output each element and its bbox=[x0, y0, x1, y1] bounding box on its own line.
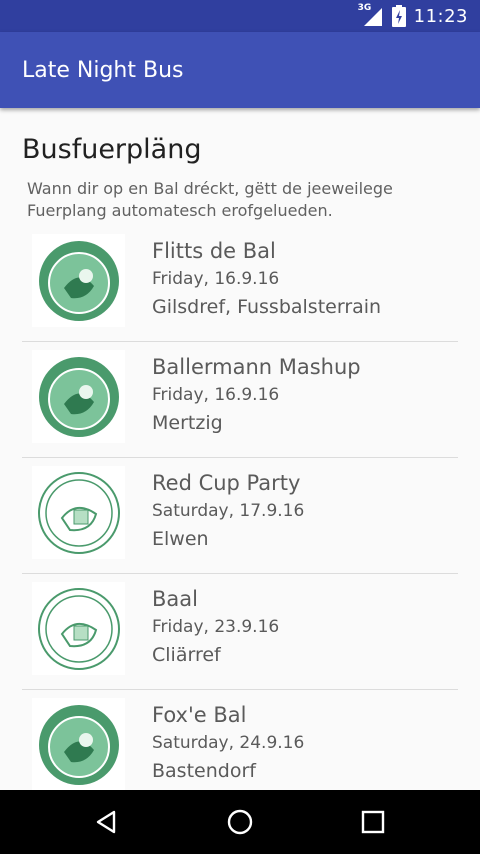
event-date: Friday, 23.9.16 bbox=[152, 617, 280, 637]
late-night-bus-nordeslek-logo bbox=[32, 582, 125, 675]
recents-square-icon bbox=[361, 810, 385, 834]
event-row[interactable]: Baal Friday, 23.9.16 Cliärref bbox=[22, 574, 458, 690]
event-row[interactable]: Ballermann Mashup Friday, 16.9.16 Mertzig bbox=[22, 342, 458, 458]
battery-icon bbox=[391, 5, 406, 27]
event-date: Saturday, 24.9.16 bbox=[152, 733, 305, 753]
back-triangle-icon bbox=[96, 810, 116, 834]
status-bar: 3G 11:23 bbox=[0, 0, 480, 32]
recents-button[interactable] bbox=[355, 804, 391, 840]
event-name: Flitts de Bal bbox=[152, 239, 276, 263]
event-date: Friday, 16.9.16 bbox=[152, 385, 280, 405]
main-content[interactable]: Busfuerpläng Wann dir op en Bal dréckt, … bbox=[0, 108, 480, 790]
app-title: Late Night Bus bbox=[22, 57, 184, 83]
network-type: 3G bbox=[357, 3, 372, 13]
event-name: Baal bbox=[152, 587, 198, 611]
event-name: Fox'e Bal bbox=[152, 703, 247, 727]
nordstad-late-night-bus-logo bbox=[32, 350, 125, 443]
event-text: Fox'e Bal Saturday, 24.9.16 Bastendorf bbox=[152, 700, 304, 786]
event-text: Red Cup Party Saturday, 17.9.16 Elwen bbox=[152, 468, 304, 554]
event-place: Cliärref bbox=[152, 644, 221, 666]
section-title: Busfuerpläng bbox=[22, 134, 202, 165]
late-night-bus-nordeslek-logo bbox=[32, 466, 125, 559]
event-date: Friday, 16.9.16 bbox=[152, 269, 280, 289]
event-text: Ballermann Mashup Friday, 16.9.16 Mertzig bbox=[152, 352, 361, 438]
status-icons: 3G 11:23 bbox=[357, 0, 468, 32]
event-text: Flitts de Bal Friday, 16.9.16 Gilsdref, Fu… bbox=[152, 236, 381, 322]
event-place: Elwen bbox=[152, 528, 209, 550]
event-place: Gilsdref, Fussbalsterrain bbox=[152, 296, 382, 318]
event-date: Saturday, 17.9.16 bbox=[152, 501, 305, 521]
event-place: Mertzig bbox=[152, 412, 223, 434]
event-row[interactable]: Flitts de Bal Friday, 16.9.16 Gilsdref, Fu… bbox=[22, 226, 458, 342]
event-name: Ballermann Mashup bbox=[152, 355, 361, 379]
event-row[interactable]: Fox'e Bal Saturday, 24.9.16 Bastendorf bbox=[22, 690, 458, 790]
event-text: Baal Friday, 23.9.16 Cliärref bbox=[152, 584, 279, 670]
clock: 11:23 bbox=[413, 5, 468, 27]
home-circle-icon bbox=[227, 809, 253, 835]
section-description: Wann dir op en Bal dréckt, gëtt de jeewe… bbox=[27, 179, 393, 220]
event-list: Flitts de Bal Friday, 16.9.16 Gilsdref, Fu… bbox=[22, 226, 458, 790]
home-button[interactable] bbox=[222, 804, 258, 840]
navigation-bar bbox=[0, 790, 480, 854]
event-place: Bastendorf bbox=[152, 760, 256, 782]
event-name: Red Cup Party bbox=[152, 471, 301, 495]
signal-icon: 3G bbox=[357, 3, 384, 28]
nordstad-late-night-bus-logo bbox=[32, 234, 125, 327]
nordstad-late-night-bus-logo bbox=[32, 698, 125, 790]
app-bar: Late Night Bus bbox=[0, 32, 480, 108]
back-button[interactable] bbox=[89, 804, 125, 840]
event-row[interactable]: Red Cup Party Saturday, 17.9.16 Elwen bbox=[22, 458, 458, 574]
